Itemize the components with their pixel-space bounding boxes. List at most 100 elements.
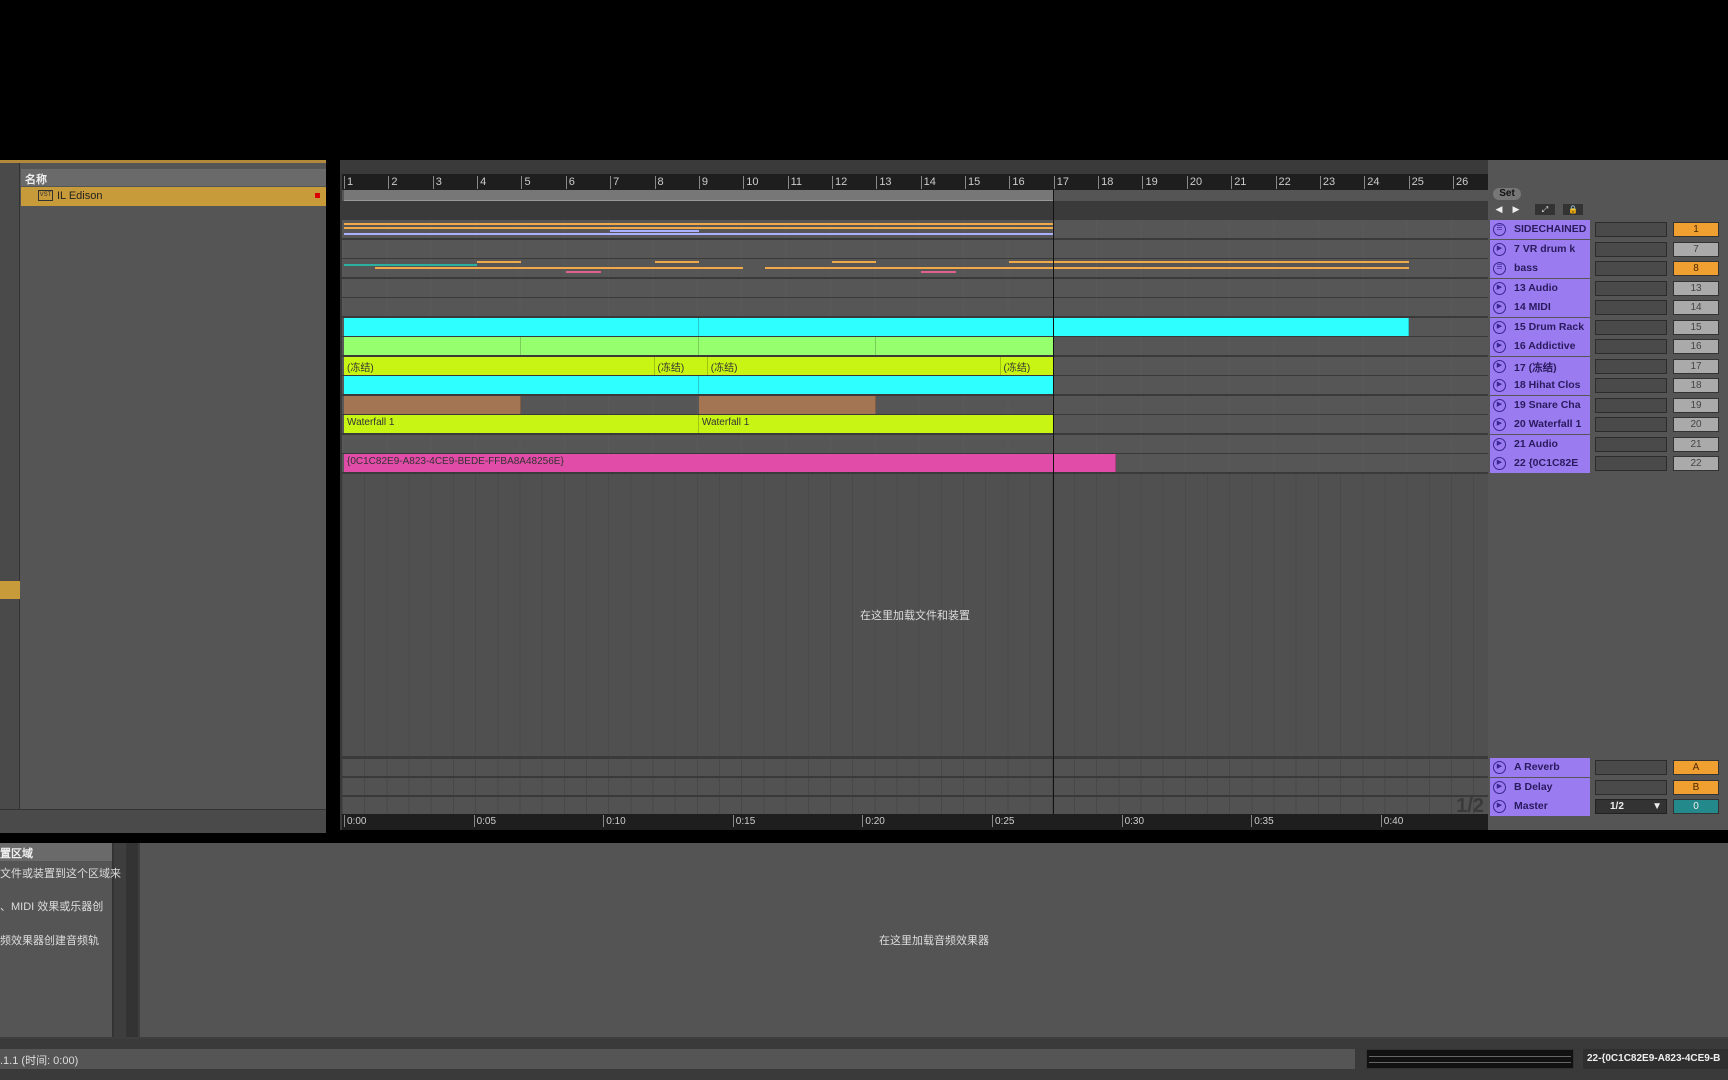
midi-note-line[interactable] [654,261,699,263]
clip[interactable] [698,376,1054,394]
track-header[interactable]: SIDECHAINED ☰ 1 [1488,220,1728,239]
track-number-button[interactable]: B [1673,779,1719,795]
play-icon[interactable]: ▶ [1493,379,1506,392]
clip-slot[interactable] [1595,397,1667,413]
clip-slot[interactable] [1595,280,1667,296]
clip-slot[interactable] [1595,300,1667,315]
midi-note-line[interactable] [344,233,1054,235]
clip-slot[interactable] [1595,261,1667,276]
track-lane[interactable]: (冻结) (冻结) (冻结) (冻结) [342,356,1488,376]
track-header[interactable]: A Reverb ▶ A [1488,758,1728,777]
track-number-button[interactable]: 22 [1673,456,1719,471]
track-number-button[interactable]: 7 [1673,241,1719,257]
track-number-button[interactable]: 8 [1673,261,1719,276]
track-number-button[interactable]: 21 [1673,436,1719,452]
clip-slot[interactable] [1595,779,1667,795]
track-header[interactable]: bass ☰ 8 [1488,259,1728,278]
play-icon[interactable]: ▶ [1493,800,1506,813]
track-number-button[interactable]: A [1673,760,1719,775]
group-icon[interactable]: ☰ [1493,223,1506,236]
midi-note-line[interactable] [565,271,602,273]
play-icon[interactable]: ▶ [1493,320,1506,334]
play-icon[interactable]: ▶ [1493,761,1506,774]
play-icon[interactable]: ▶ [1493,340,1506,353]
play-icon[interactable]: ▶ [1493,398,1506,412]
track-number-button[interactable]: 1 [1673,222,1719,237]
track-header[interactable]: 16 Addictive ▶ 16 [1488,337,1728,356]
midi-note-line[interactable] [344,223,1054,225]
track-header[interactable]: 18 Hihat Clos ▶ 18 [1488,376,1728,395]
clip-slot[interactable] [1595,456,1667,471]
clip-slot[interactable] [1595,339,1667,354]
play-icon[interactable]: ▶ [1493,301,1506,314]
bar-ruler[interactable]: 1 2 3 4 5 6 7 8 9 10 11 12 13 14 15 16 17 18 19 20 21 22 23 24 2… [342,174,1488,190]
panel-resize-handle[interactable] [126,843,138,1037]
track-number-button[interactable]: 14 [1673,300,1719,315]
time-ruler[interactable]: 0:00 0:05 0:10 0:15 0:20 0:25 0:30 0:35 0:40 [342,814,1488,830]
return-lanes[interactable]: 1/2 [342,757,1488,817]
clip-slot[interactable] [1595,760,1667,775]
track-header[interactable]: 7 VR drum k ▶ 7 [1488,239,1728,259]
clip[interactable]: (冻结) [1000,356,1054,375]
midi-note-line[interactable] [477,261,522,263]
track-lanes[interactable]: (冻结) (冻结) (冻结) (冻结) Waterfall 1 Waterfall 1 {0… [342,220,1488,474]
clip-slot[interactable] [1595,319,1667,335]
set-button[interactable]: Set [1493,188,1521,200]
clip[interactable] [1053,317,1409,336]
midi-note-line[interactable] [344,227,1054,229]
group-icon[interactable]: ☰ [1493,262,1506,275]
track-header[interactable]: 17 (冻结) ▶ 17 [1488,356,1728,376]
clip[interactable] [876,337,1054,355]
midi-note-line[interactable] [344,264,478,266]
track-number-button[interactable]: 20 [1673,417,1719,432]
sidebar-selected-marker[interactable] [0,581,20,599]
track-header[interactable]: Master ▶ 1/2 ▼ 0 [1488,797,1728,816]
clip[interactable]: Waterfall 1 [344,415,699,433]
clip-slot[interactable] [1595,358,1667,374]
lock-icon[interactable]: 🔒 [1563,204,1583,215]
clip[interactable] [698,395,877,414]
clip[interactable] [344,337,522,355]
column-header-name[interactable]: 名称 [21,169,326,186]
track-lane[interactable] [342,434,1488,454]
track-header[interactable]: 21 Audio ▶ 21 [1488,434,1728,454]
track-header[interactable]: 20 Waterfall 1 ▶ 20 [1488,415,1728,434]
track-header[interactable]: 22 {0C1C82E ▶ 22 [1488,454,1728,473]
track-lane[interactable]: Waterfall 1 Waterfall 1 [342,415,1488,434]
clip[interactable]: (冻结) [707,356,1001,375]
play-icon[interactable]: ▶ [1493,359,1506,373]
play-icon[interactable]: ▶ [1493,418,1506,431]
track-lane[interactable] [342,376,1488,395]
midi-note-line[interactable] [920,271,957,273]
midi-note-line[interactable] [1009,261,1409,263]
track-number-button[interactable]: 16 [1673,339,1719,354]
track-lane[interactable] [342,337,1488,356]
play-icon[interactable]: ▶ [1493,242,1506,256]
track-lane[interactable] [342,220,1488,239]
track-header[interactable]: B Delay ▶ B [1488,777,1728,797]
midi-note-line[interactable] [831,261,877,263]
browser-item-il-edison[interactable]: IL Edison [21,187,326,206]
back-arrow-icon[interactable]: ◀ [1493,204,1505,215]
clip[interactable]: (冻结) [344,356,655,375]
track-lane[interactable] [342,278,1488,298]
forward-arrow-icon[interactable]: ▶ [1510,204,1522,215]
clip[interactable] [698,317,1054,336]
clip[interactable] [698,337,877,355]
track-number-button[interactable]: 15 [1673,319,1719,335]
expand-icon[interactable]: ⤢ [1535,204,1555,215]
track-header[interactable]: 13 Audio ▶ 13 [1488,278,1728,298]
track-lane[interactable] [342,239,1488,259]
track-number-button[interactable]: 0 [1673,799,1719,814]
track-number-button[interactable]: 13 [1673,280,1719,296]
clip[interactable] [521,337,699,355]
midi-note-line[interactable] [765,267,1409,269]
clip[interactable] [344,376,699,394]
track-lane[interactable] [342,298,1488,317]
clip[interactable]: Waterfall 1 [698,415,1054,433]
track-lane[interactable]: {0C1C82E9-A823-4CE9-BEDE-FFBA8A48256E} [342,454,1488,473]
track-number-button[interactable]: 17 [1673,358,1719,374]
track-header[interactable]: 19 Snare Cha ▶ 19 [1488,395,1728,415]
loop-region[interactable] [344,190,1054,201]
clip[interactable] [344,317,699,336]
